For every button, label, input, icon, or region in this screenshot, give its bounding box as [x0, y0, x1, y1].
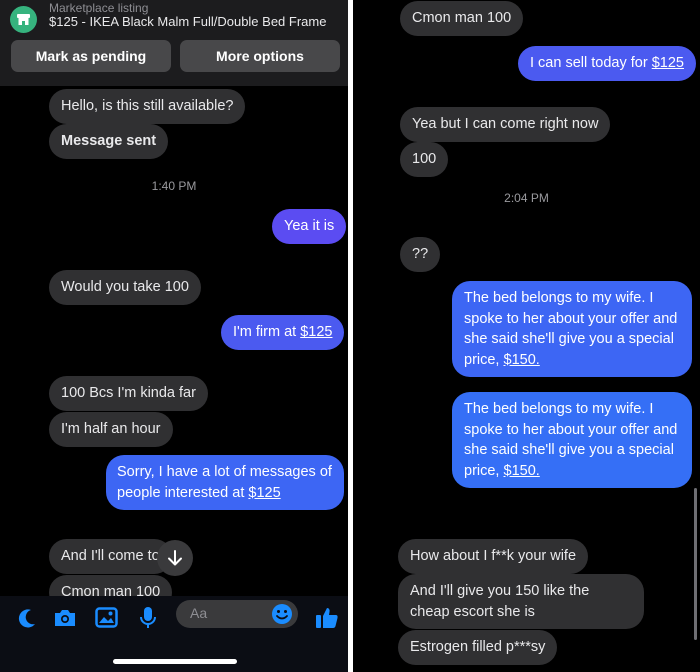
thumbs-up-icon[interactable]: [315, 606, 339, 629]
incoming-message: 100 Bcs I'm kinda far: [49, 376, 208, 411]
timestamp: 1:40 PM: [151, 179, 197, 193]
message-input[interactable]: Aa: [176, 600, 298, 628]
emoji-icon[interactable]: [271, 603, 293, 625]
message-text: Yea but I can come right now: [412, 116, 599, 132]
message-text: And I'll come to: [61, 548, 160, 564]
message-input-placeholder: Aa: [190, 605, 208, 621]
mark-as-pending-button[interactable]: Mark as pending: [11, 40, 171, 72]
message-text: Would you take 100: [61, 279, 189, 295]
incoming-message: Yea but I can come right now: [400, 107, 611, 142]
camera-icon[interactable]: [53, 608, 77, 628]
right-screenshot: Cmon man 100 I can sell today for $125 Y…: [353, 0, 700, 672]
message-text: I'm firm at: [233, 324, 301, 340]
message-text: ??: [412, 246, 429, 262]
incoming-message: And I'll give you 150 like the cheap esc…: [398, 574, 644, 629]
marketplace-shop-icon: [10, 6, 37, 33]
incoming-message: Hello, is this still available?: [49, 89, 246, 124]
message-text: Sorry, I have a lot of messages of peopl…: [117, 464, 332, 501]
scroll-to-bottom-button[interactable]: [157, 540, 193, 576]
photo-gallery-icon[interactable]: [95, 607, 118, 628]
left-screenshot: Hello, is this still available? Message …: [0, 0, 348, 672]
incoming-message: ??: [400, 237, 441, 272]
price-link[interactable]: $125: [300, 324, 332, 340]
message-text: Cmon man 100: [412, 10, 512, 26]
message-text: Hello, is this still available?: [61, 98, 234, 114]
listing-title[interactable]: $125 - IKEA Black Malm Full/Double Bed F…: [49, 14, 326, 29]
price-link[interactable]: $125: [248, 485, 280, 501]
outgoing-message: Sorry, I have a lot of messages of peopl…: [106, 455, 344, 510]
price-link[interactable]: $150.: [504, 463, 540, 479]
home-indicator: [113, 659, 237, 664]
scrollbar[interactable]: [694, 488, 697, 640]
incoming-message: 100: [400, 142, 449, 177]
outgoing-message: I can sell today for $125: [518, 46, 696, 81]
outgoing-message: Yea it is: [272, 209, 347, 244]
more-options-button[interactable]: More options: [180, 40, 340, 72]
message-text: The bed belongs to my wife. I spoke to h…: [464, 290, 678, 368]
message-text: Yea it is: [284, 218, 335, 234]
marketplace-listing-header: Marketplace listing $125 - IKEA Black Ma…: [0, 0, 348, 86]
message-text: Message sent: [61, 133, 157, 149]
price-link[interactable]: $125: [652, 55, 684, 71]
incoming-message: Cmon man 100: [400, 1, 524, 36]
message-text: How about I f**k your wife: [410, 548, 577, 564]
price-link[interactable]: $150.: [504, 352, 540, 368]
incoming-message: Estrogen filled p***sy: [398, 630, 558, 665]
microphone-icon[interactable]: [139, 606, 157, 630]
listing-label: Marketplace listing: [49, 1, 149, 15]
message-sent-notice: Message sent: [49, 124, 169, 159]
incoming-message: Would you take 100: [49, 270, 201, 305]
message-text: And I'll give you 150 like the cheap esc…: [410, 583, 590, 620]
message-text: Estrogen filled p***sy: [410, 639, 546, 655]
message-text: 100: [412, 151, 437, 167]
arrow-down-icon: [168, 550, 182, 566]
moon-icon[interactable]: [17, 608, 37, 630]
message-text: I can sell today for: [530, 55, 652, 71]
message-composer: Aa: [0, 596, 348, 672]
message-text: I'm half an hour: [61, 421, 161, 437]
incoming-message: And I'll come to: [49, 539, 172, 574]
outgoing-message: The bed belongs to my wife. I spoke to h…: [452, 392, 692, 488]
outgoing-message: The bed belongs to my wife. I spoke to h…: [452, 281, 692, 377]
message-text: The bed belongs to my wife. I spoke to h…: [464, 401, 678, 479]
message-text: 100 Bcs I'm kinda far: [61, 385, 196, 401]
incoming-message: How about I f**k your wife: [398, 539, 589, 574]
outgoing-message: I'm firm at $125: [221, 315, 345, 350]
timestamp: 2:04 PM: [504, 191, 549, 205]
incoming-message: I'm half an hour: [49, 412, 173, 447]
